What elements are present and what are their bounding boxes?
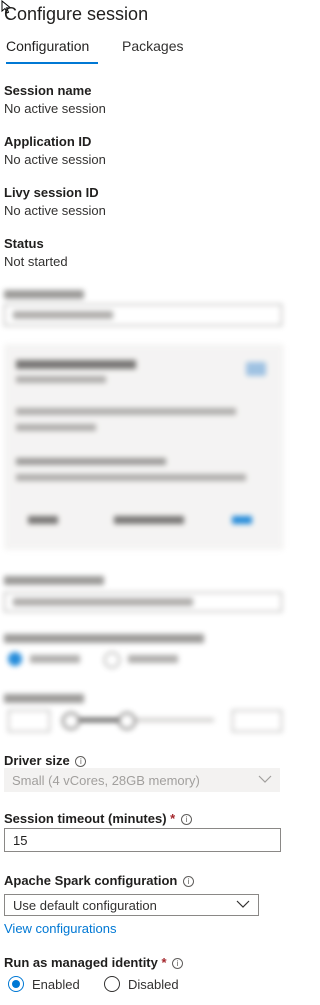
driver-size-label: Driver size i [4,753,87,768]
radio-disabled-label: Disabled [128,976,179,992]
chevron-down-icon [258,775,272,783]
radio-enabled-indicator[interactable] [8,976,24,992]
chevron-down-icon [236,900,250,908]
view-configurations-link[interactable]: View configurations [4,921,117,936]
blurred-select[interactable] [4,304,282,326]
required-mark: * [161,955,167,970]
spark-config-label: Apache Spark configuration i [4,873,194,888]
session-timeout-value: 15 [13,833,28,848]
blurred-label [4,290,84,299]
blurred-pool-section [0,284,296,734]
session-name-label: Session name [4,83,92,98]
spark-config-value: Use default configuration [13,898,157,913]
tab-packages[interactable]: Packages [122,38,183,54]
blurred-pool-card [4,344,284,550]
tab-configuration[interactable]: Configuration [6,38,89,54]
info-icon[interactable]: i [172,958,184,969]
session-name-value: No active session [4,101,106,116]
session-timeout-input[interactable]: 15 [4,828,281,852]
driver-size-select: Small (4 vCores, 28GB memory) [4,768,280,792]
session-timeout-label: Session timeout (minutes) * i [4,811,192,826]
radio-disabled[interactable]: Disabled [104,975,179,993]
status-label: Status [4,236,44,251]
application-id-label: Application ID [4,134,92,149]
spark-config-select[interactable]: Use default configuration [4,894,259,916]
required-mark: * [170,811,176,826]
tab-bar: Configuration Packages [4,38,292,66]
livy-session-id-value: No active session [4,203,106,218]
info-icon[interactable]: i [75,756,87,767]
info-icon[interactable]: i [183,876,194,887]
radio-enabled[interactable]: Enabled [8,975,80,993]
info-icon[interactable]: i [180,814,192,825]
page-title: Configure session [4,4,149,24]
driver-size-value: Small (4 vCores, 28GB memory) [12,773,200,788]
radio-enabled-label: Enabled [32,976,80,992]
managed-identity-label: Run as managed identity * i [4,955,184,970]
active-tab-indicator [6,62,98,64]
status-value: Not started [4,254,68,269]
application-id-value: No active session [4,152,106,167]
radio-disabled-indicator[interactable] [104,976,120,992]
livy-session-id-label: Livy session ID [4,185,99,200]
